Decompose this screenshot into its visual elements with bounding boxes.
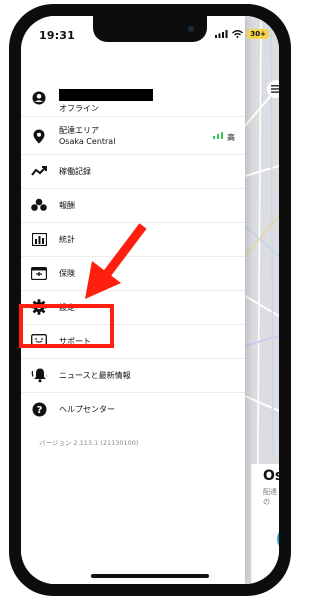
menu-item-label: 稼働記録 xyxy=(59,167,91,176)
menu-item-label: ニュースと最新情報 xyxy=(59,371,131,380)
menu-item-activity-log[interactable]: 稼働記録 xyxy=(21,154,245,189)
area-signal-label: 高 xyxy=(227,133,235,142)
camera-icon xyxy=(188,26,194,32)
menu-item-label: 保険 xyxy=(59,269,75,278)
insurance-card-icon xyxy=(31,265,47,281)
menu-item-statistics[interactable]: 統計 xyxy=(21,222,245,257)
status-bar: 19:31 30+ xyxy=(21,16,279,50)
battery-indicator: 30+ xyxy=(247,29,269,39)
menu-item-label: 報酬 xyxy=(59,201,75,210)
highlight-box xyxy=(19,304,114,348)
chart-line-icon xyxy=(31,163,47,179)
wifi-icon xyxy=(232,30,244,38)
menu-item-news[interactable]: ニュースと最新情報 xyxy=(21,358,245,393)
coins-icon xyxy=(31,197,47,213)
screenshot: Osa 配達の 19:31 xyxy=(0,0,300,600)
phone-frame: Osa 配達の 19:31 xyxy=(9,4,291,596)
phone-screen: Osa 配達の 19:31 xyxy=(21,16,279,584)
home-indicator xyxy=(91,574,209,578)
area-name: Osaka Central xyxy=(59,137,116,146)
menu-button[interactable] xyxy=(267,80,279,98)
app-version: バージョン 2.113.1 (21130100) xyxy=(39,439,139,447)
help-icon: ? xyxy=(31,401,47,417)
redacted-name xyxy=(59,89,153,101)
status-icons: 30+ xyxy=(215,29,269,39)
menu-item-label: ヘルプセンター xyxy=(59,405,115,414)
svg-text:?: ? xyxy=(36,405,42,416)
hamburger-icon xyxy=(271,85,279,93)
bell-icon xyxy=(31,367,47,383)
status-time: 19:31 xyxy=(39,29,76,42)
location-pin-icon xyxy=(31,128,47,144)
notch xyxy=(93,16,207,42)
menu-item-label: 統計 xyxy=(59,235,75,244)
cellular-signal-icon xyxy=(215,30,228,38)
area-title: 配達エリア xyxy=(59,126,99,135)
map-card-subtitle: 配達の xyxy=(263,488,277,506)
profile-status: オフライン xyxy=(59,104,99,113)
delivery-area-row[interactable]: 配達エリア Osaka Central 高 xyxy=(21,116,245,155)
area-signal-icon xyxy=(213,132,223,139)
map-card-title: Osa xyxy=(263,468,279,484)
profile-row[interactable]: オフライン xyxy=(21,78,245,117)
menu-item-insurance[interactable]: 保険 xyxy=(21,256,245,291)
side-drawer: オフライン 配達エリア Osaka Central 高 稼働記録 報酬 統計 保… xyxy=(21,16,245,584)
profile-icon xyxy=(31,90,47,106)
menu-item-help-center[interactable]: ? ヘルプセンター xyxy=(21,392,245,426)
menu-item-earnings[interactable]: 報酬 xyxy=(21,188,245,223)
bar-chart-icon xyxy=(31,231,47,247)
